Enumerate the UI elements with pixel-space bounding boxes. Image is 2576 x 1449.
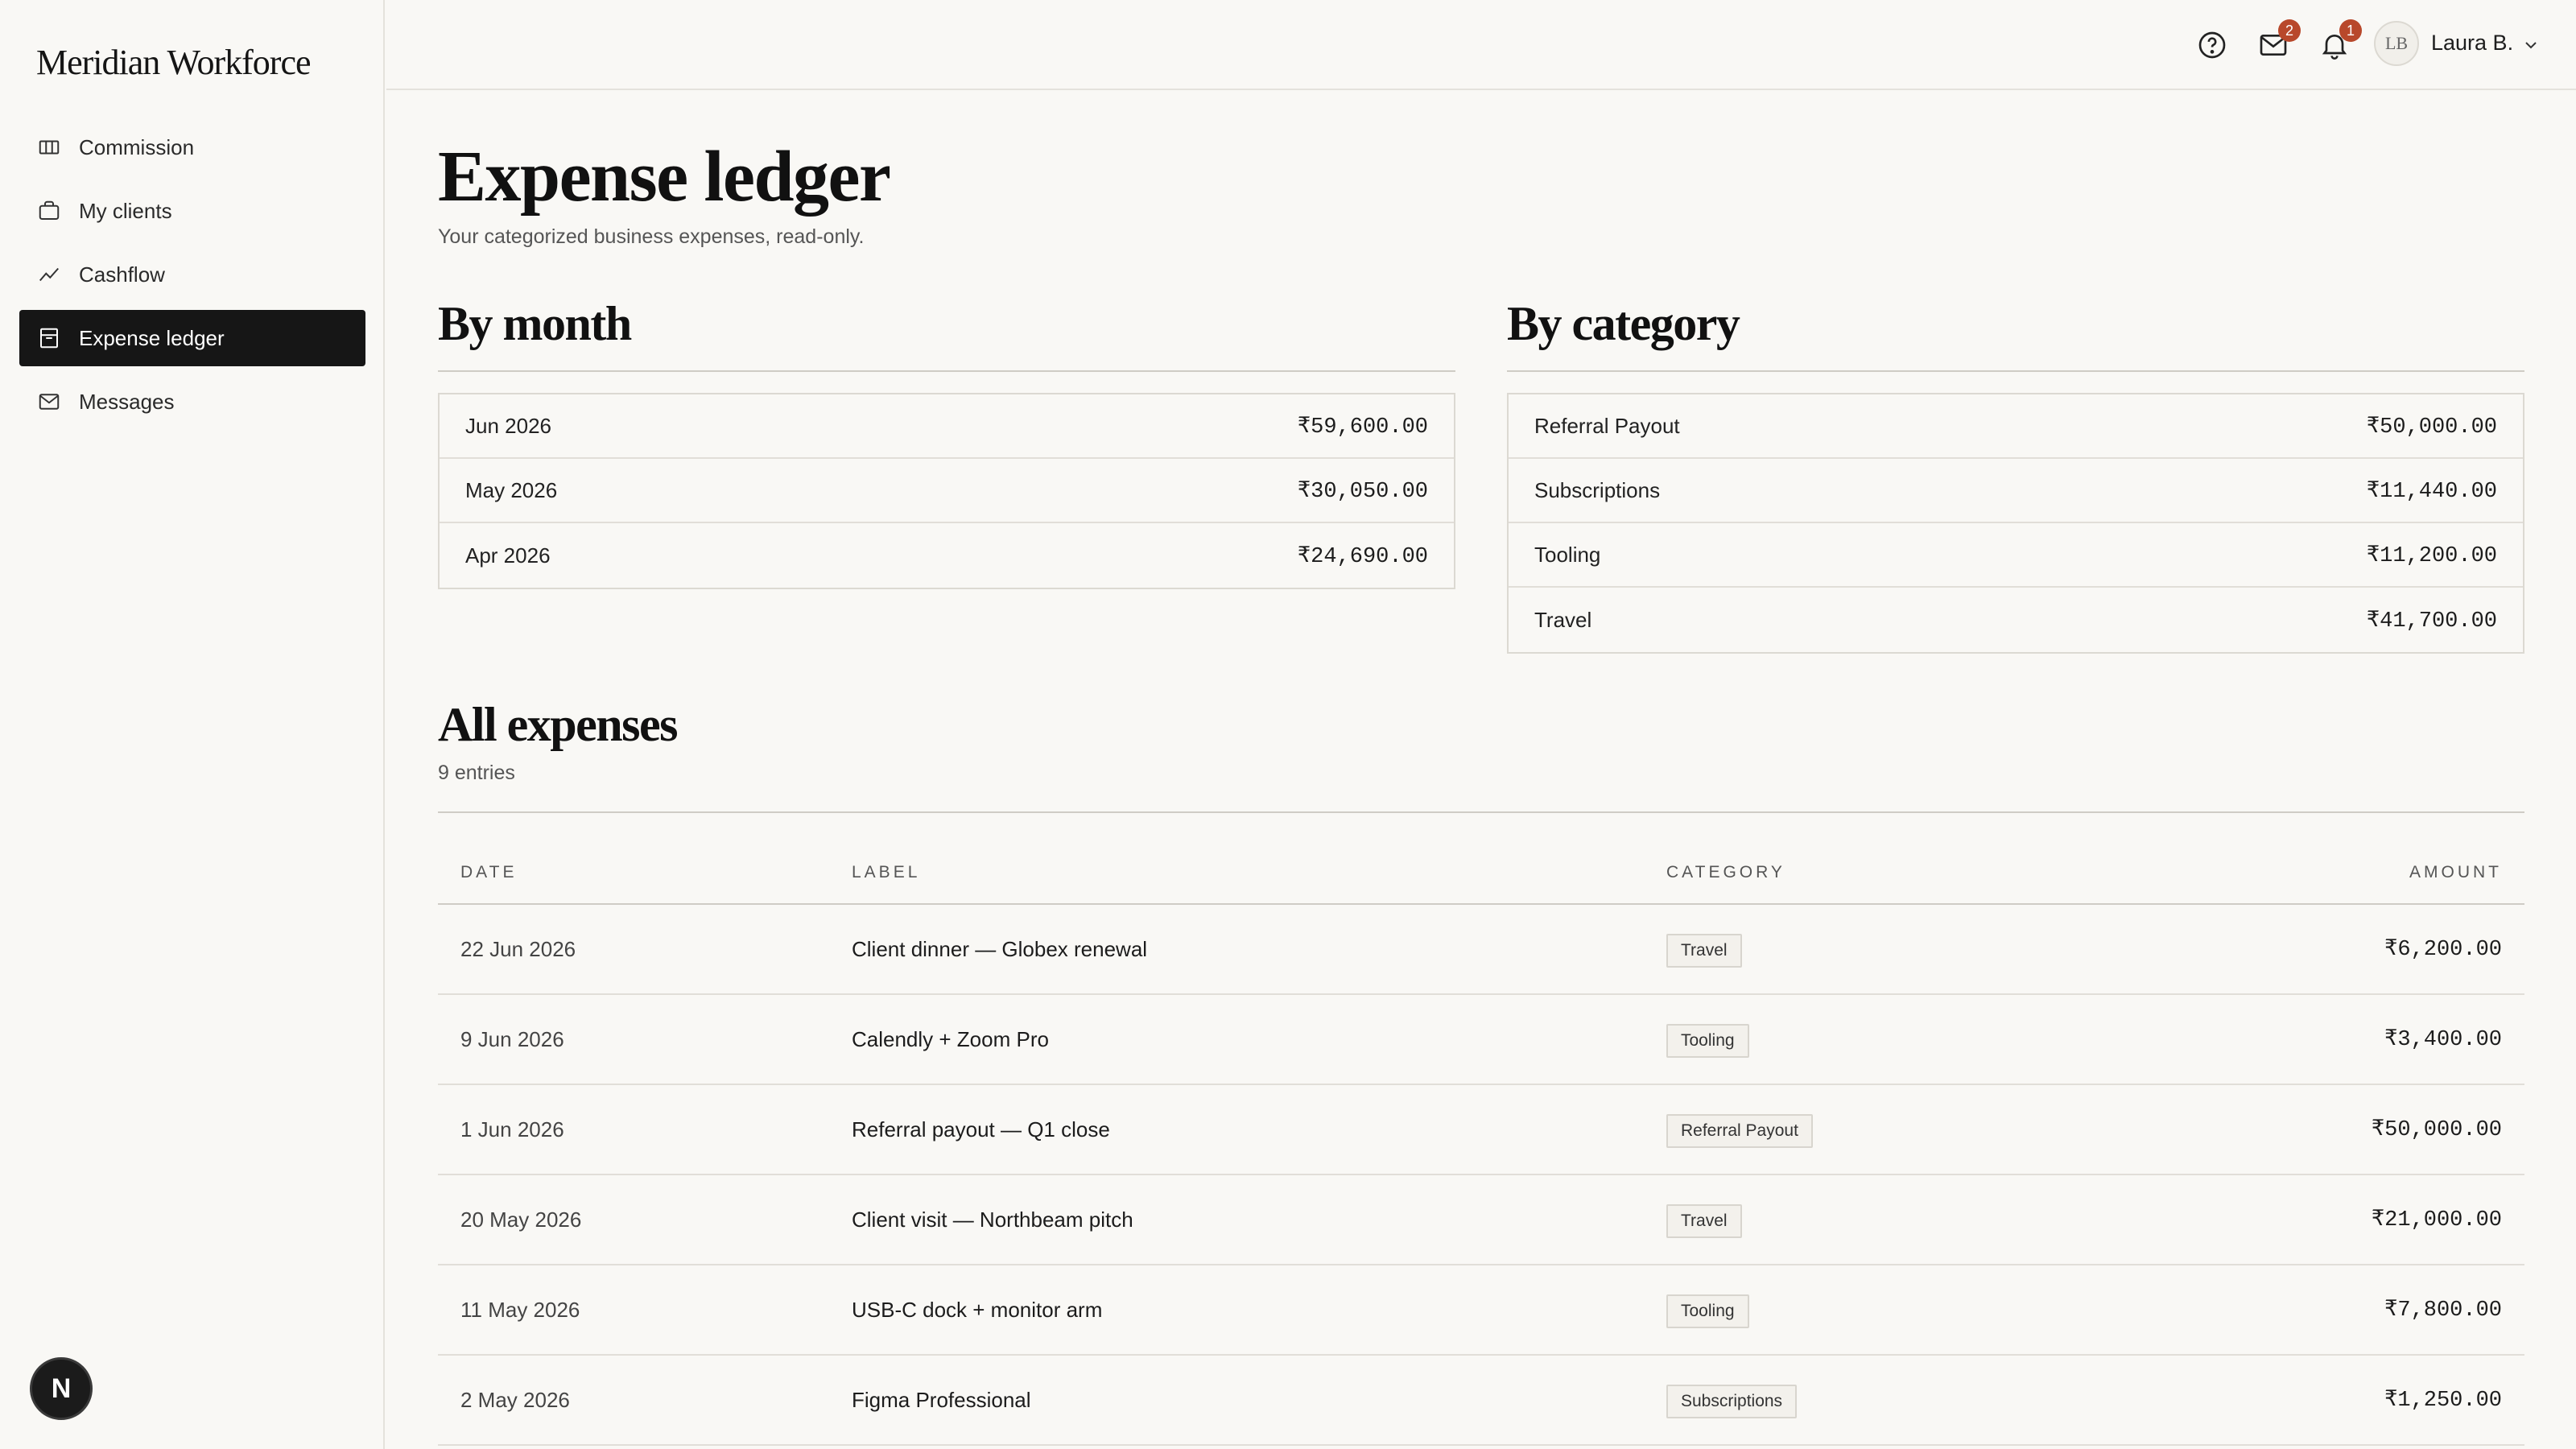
sidebar-item-commission[interactable]: Commission	[19, 119, 365, 175]
month-amount: ₹30,050.00	[1297, 479, 1428, 504]
sidebar-item-label: My clients	[79, 198, 172, 223]
category-tag: Subscriptions	[1666, 1385, 1798, 1418]
expense-amount: ₹3,400.00	[2384, 1028, 2502, 1052]
month-amount: ₹59,600.00	[1297, 415, 1428, 440]
sidebar-item-expense-ledger[interactable]: Expense ledger	[19, 310, 365, 366]
expense-label: Client dinner — Globex renewal	[852, 937, 1148, 961]
expense-amount: ₹1,250.00	[2384, 1389, 2502, 1413]
avatar[interactable]: LB	[2374, 21, 2419, 66]
expense-label: Calendly + Zoom Pro	[852, 1027, 1049, 1051]
divider	[438, 811, 2524, 813]
expense-date: 1 Jun 2026	[460, 1117, 564, 1141]
category-amount: ₹41,700.00	[2366, 609, 2497, 634]
category-label: Subscriptions	[1534, 477, 1661, 502]
by-category-table: Referral Payout ₹50,000.00 Subscriptions…	[1507, 393, 2524, 654]
sidebar-item-my-clients[interactable]: My clients	[19, 183, 365, 239]
sidebar: Meridian Workforce Commission My clients…	[0, 0, 385, 1449]
table-row[interactable]: 9 Jun 2026 Calendly + Zoom Pro Tooling ₹…	[438, 995, 2524, 1085]
table-row[interactable]: 20 May 2026 Client visit — Northbeam pit…	[438, 1175, 2524, 1265]
expense-date: 20 May 2026	[460, 1208, 582, 1232]
divider	[1507, 370, 2524, 372]
briefcase-icon	[39, 200, 60, 220]
page-title: Expense ledger	[438, 137, 891, 217]
column-header-category[interactable]: CATEGORY	[1666, 863, 1785, 882]
sidebar-item-label: Expense ledger	[79, 325, 225, 350]
expense-date: 2 May 2026	[460, 1388, 570, 1412]
category-amount: ₹11,440.00	[2366, 479, 2497, 504]
table-row[interactable]: 22 Jun 2026 Client dinner — Globex renew…	[438, 905, 2524, 995]
table-row: Jun 2026 ₹59,600.00	[440, 394, 1454, 459]
assistant-button[interactable]: N	[30, 1357, 93, 1420]
expense-date: 11 May 2026	[460, 1298, 580, 1322]
expense-date: 9 Jun 2026	[460, 1027, 564, 1051]
month-label: Jun 2026	[465, 413, 551, 438]
category-tag: Travel	[1666, 934, 1742, 968]
user-name[interactable]: Laura B.	[2431, 31, 2513, 56]
help-button[interactable]	[2196, 29, 2228, 61]
table-row: May 2026 ₹30,050.00	[440, 459, 1454, 523]
entries-count: 9 entries	[438, 762, 515, 784]
help-icon	[2198, 31, 2226, 59]
expense-label: USB-C dock + monitor arm	[852, 1298, 1103, 1322]
table-row: Tooling ₹11,200.00	[1509, 523, 2523, 588]
month-amount: ₹24,690.00	[1297, 544, 1428, 569]
column-header-amount[interactable]: AMOUNT	[2409, 863, 2502, 882]
expense-amount: ₹7,800.00	[2384, 1298, 2502, 1323]
sidebar-item-messages[interactable]: Messages	[19, 374, 365, 430]
expense-label: Referral payout — Q1 close	[852, 1117, 1110, 1141]
mail-icon	[39, 394, 60, 410]
category-label: Tooling	[1534, 542, 1601, 567]
sidebar-item-cashflow[interactable]: Cashflow	[19, 246, 365, 303]
mail-badge: 2	[2278, 19, 2301, 42]
app-root: Meridian Workforce Commission My clients…	[0, 0, 2576, 1449]
sidebar-item-label: Cashflow	[79, 262, 165, 287]
table-row[interactable]: 2 May 2026 Figma Professional Subscripti…	[438, 1356, 2524, 1446]
notifications-button[interactable]: 1	[2318, 19, 2362, 61]
category-label: Travel	[1534, 607, 1592, 632]
expense-date: 22 Jun 2026	[460, 937, 576, 961]
table-row: Apr 2026 ₹24,690.00	[440, 523, 1454, 588]
trend-line-icon	[39, 267, 59, 282]
table-row[interactable]: 11 May 2026 USB-C dock + monitor arm Too…	[438, 1265, 2524, 1356]
expense-label: Client visit — Northbeam pitch	[852, 1208, 1133, 1232]
sidebar-nav: Commission My clients Cashflow Expense l…	[19, 119, 365, 437]
expense-amount: ₹21,000.00	[2371, 1208, 2502, 1232]
divider	[438, 370, 1455, 372]
sidebar-item-label: Messages	[79, 389, 175, 414]
category-amount: ₹11,200.00	[2366, 543, 2497, 568]
expenses-table-header: DATE LABEL CATEGORY AMOUNT	[438, 840, 2524, 905]
chevron-down-icon[interactable]	[2521, 35, 2541, 55]
by-month-table: Jun 2026 ₹59,600.00 May 2026 ₹30,050.00 …	[438, 393, 1455, 589]
category-tag: Travel	[1666, 1204, 1742, 1238]
by-category-title: By category	[1507, 297, 1740, 350]
expense-amount: ₹50,000.00	[2371, 1118, 2502, 1142]
column-header-label[interactable]: LABEL	[852, 863, 920, 882]
month-label: Apr 2026	[465, 543, 551, 568]
category-tag: Referral Payout	[1666, 1114, 1813, 1148]
by-month-title: By month	[438, 297, 632, 350]
page-subtitle: Your categorized business expenses, read…	[438, 225, 865, 248]
sidebar-item-label: Commission	[79, 134, 195, 159]
table-icon	[39, 140, 60, 155]
topbar: 2 1 LB Laura B.	[386, 0, 2576, 90]
category-tag: Tooling	[1666, 1294, 1749, 1328]
ledger-icon	[40, 328, 58, 349]
expense-label: Figma Professional	[852, 1388, 1031, 1412]
brand-logo[interactable]: Meridian Workforce	[36, 42, 312, 83]
table-row: Travel ₹41,700.00	[1509, 588, 2523, 652]
month-label: May 2026	[465, 477, 558, 502]
category-tag: Tooling	[1666, 1024, 1749, 1058]
notification-badge: 1	[2339, 19, 2362, 42]
category-label: Referral Payout	[1534, 413, 1680, 438]
all-expenses-title: All expenses	[438, 698, 679, 751]
table-row: Subscriptions ₹11,440.00	[1509, 459, 2523, 523]
column-header-date[interactable]: DATE	[460, 863, 517, 882]
table-row[interactable]: 1 Jun 2026 Referral payout — Q1 close Re…	[438, 1085, 2524, 1175]
expense-amount: ₹6,200.00	[2384, 938, 2502, 962]
inbox-button[interactable]: 2	[2257, 19, 2301, 61]
expenses-table-body: 22 Jun 2026 Client dinner — Globex renew…	[438, 905, 2524, 1446]
table-row: Referral Payout ₹50,000.00	[1509, 394, 2523, 459]
category-amount: ₹50,000.00	[2366, 415, 2497, 440]
